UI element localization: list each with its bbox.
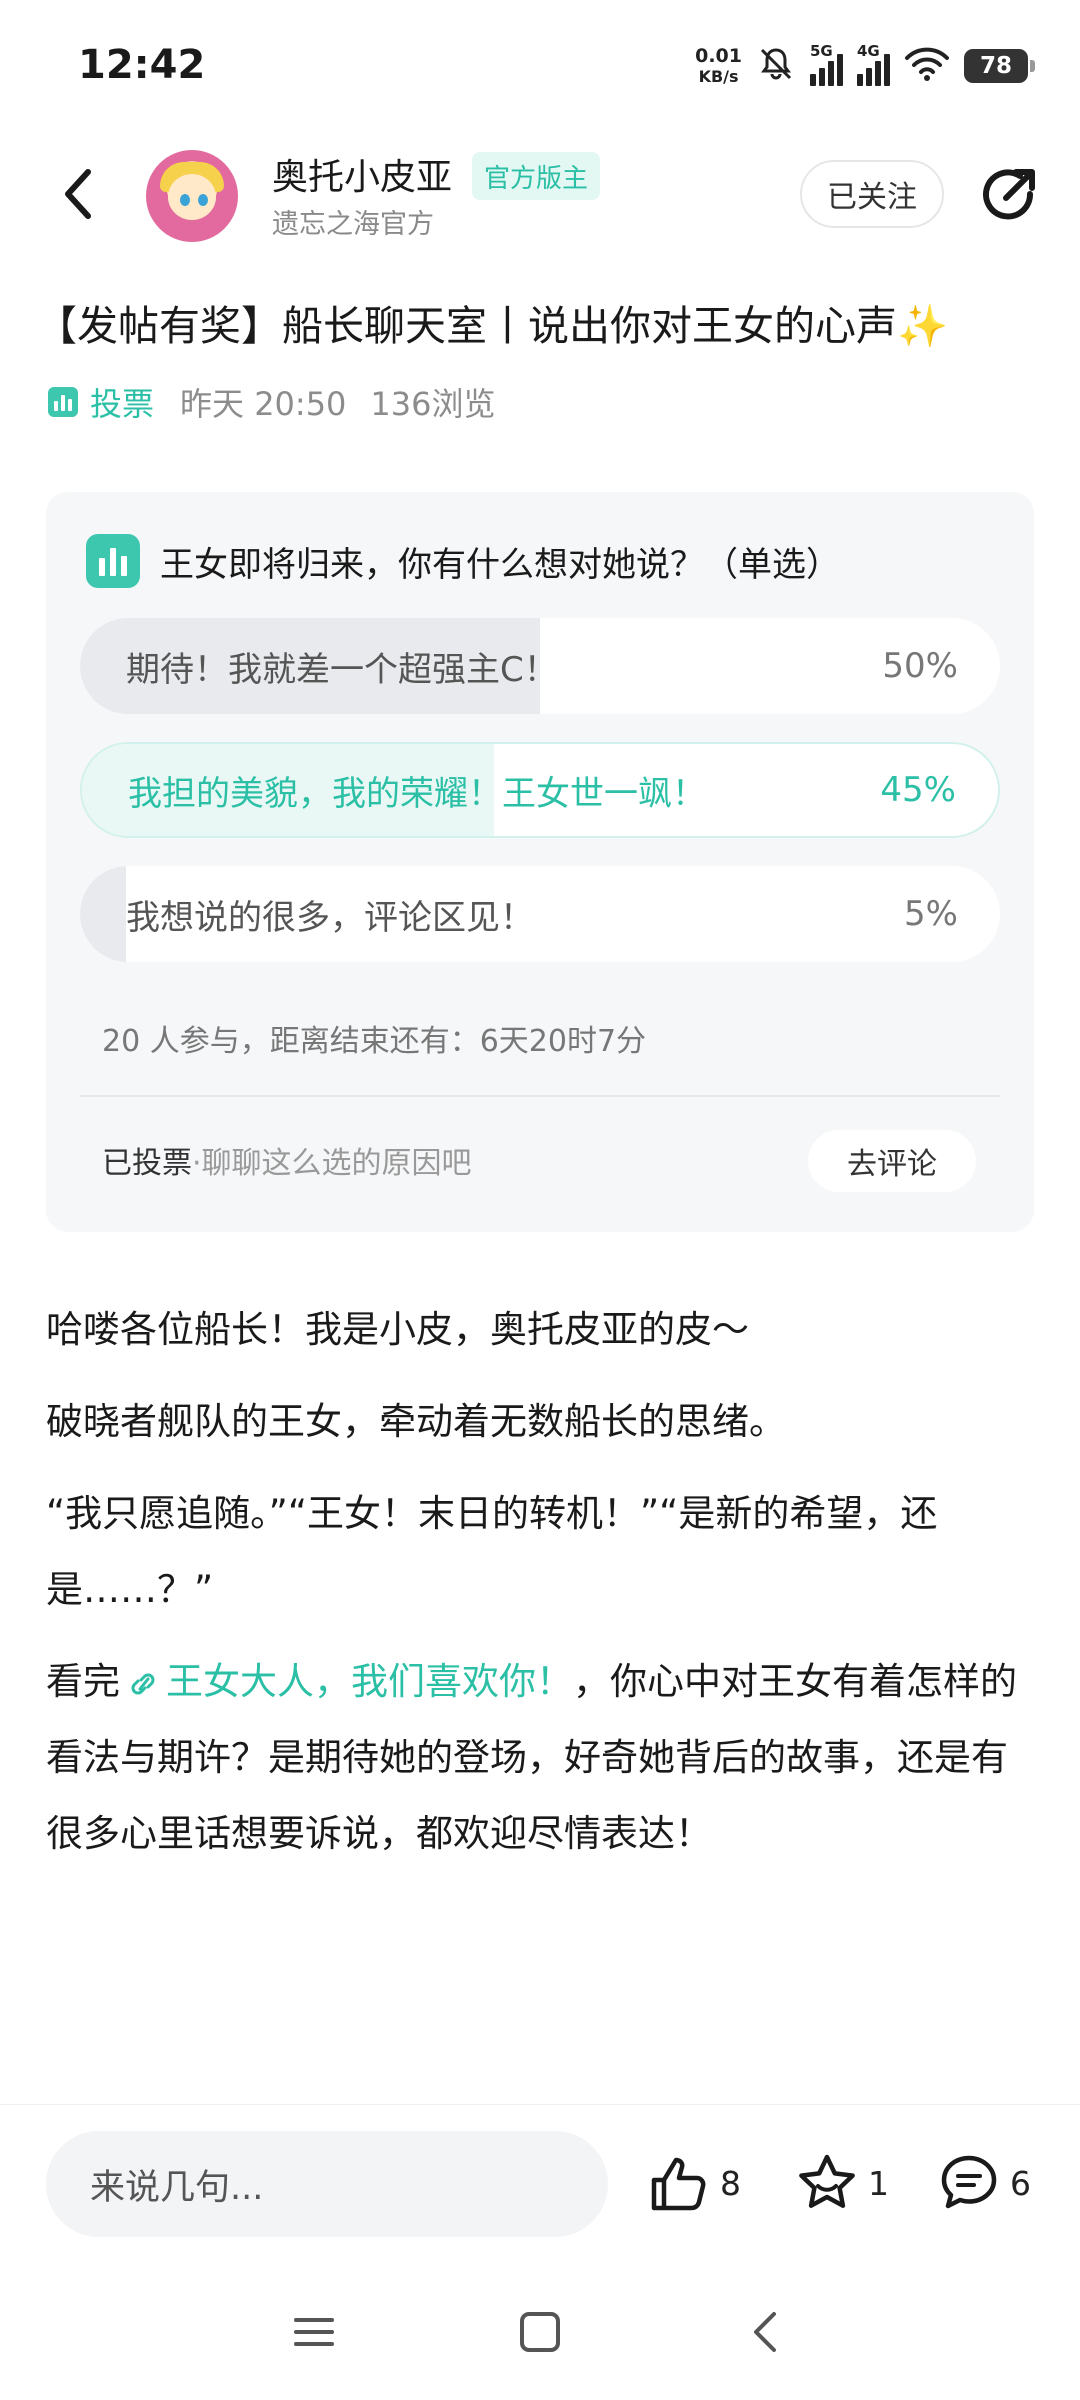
menu-icon (294, 2318, 334, 2346)
author-avatar[interactable] (146, 150, 238, 242)
nav-home-button[interactable] (510, 2304, 570, 2360)
thumbs-up-icon (651, 2157, 706, 2211)
post-body: 哈喽各位船长！我是小皮，奥托皮亚的皮～ 破晓者舰队的王女，牵动着无数船长的思绪。… (46, 1292, 1036, 1888)
poll-option-2[interactable]: 我担的美貌，我的荣耀！王女世一飒！ 45% (80, 742, 1000, 838)
battery-indicator: 78 (964, 49, 1035, 83)
nav-back-button[interactable] (736, 2304, 796, 2360)
author-name[interactable]: 奥托小皮亚 (272, 148, 452, 200)
comment-button[interactable]: 6 (938, 2145, 1031, 2221)
favorite-button[interactable]: 1 (796, 2145, 889, 2221)
network-speed: 0.01 KB/s (695, 47, 742, 85)
mute-bell-icon (756, 44, 796, 88)
poll-option-percent: 5% (904, 894, 958, 934)
wifi-icon (904, 46, 950, 86)
back-chevron-icon (754, 2312, 776, 2352)
poll-option-3[interactable]: 我想说的很多，评论区见！ 5% (80, 866, 1000, 962)
star-icon (799, 2154, 855, 2208)
body-paragraph: “我只愿追随。”“王女！末日的转机！”“是新的希望，还是……？” (46, 1492, 938, 1611)
poll-header: 王女即将归来，你有什么想对她说？（单选） (86, 534, 840, 588)
like-count: 8 (720, 2163, 741, 2203)
like-button[interactable]: 8 (648, 2145, 741, 2221)
bottom-action-bar: 来说几句... 8 1 6 (0, 2104, 1080, 2264)
poll-option-percent: 45% (880, 770, 956, 810)
comment-input[interactable]: 来说几句... (46, 2131, 608, 2237)
share-button[interactable] (976, 164, 1040, 228)
divider (80, 1095, 1000, 1097)
network-speed-unit: KB/s (698, 67, 739, 86)
favorite-count: 1 (868, 2163, 889, 2203)
signal-4g-icon: 4G (857, 42, 890, 86)
share-icon (983, 169, 1035, 220)
voted-status: 已投票·聊聊这么选的原因吧 (102, 1138, 472, 1182)
body-paragraph: 哈喽各位船长！我是小皮，奥托皮亚的皮～ (46, 1308, 749, 1351)
vote-tag-label: 投票 (90, 385, 155, 423)
post-link-text: 王女大人，我们喜欢你！ (166, 1660, 573, 1703)
link-icon (131, 1673, 155, 1694)
poll-option-text: 我想说的很多，评论区见！ (126, 897, 534, 938)
poll-option-bar (80, 866, 126, 962)
system-nav-bar (0, 2264, 1080, 2400)
nav-menu-button[interactable] (284, 2304, 344, 2360)
poll-chart-icon (48, 387, 78, 417)
official-moderator-badge: 官方版主 (472, 152, 601, 200)
voted-hint: ·聊聊这么选的原因吧 (192, 1146, 472, 1181)
poll-option-text: 期待！我就差一个超强主C！ (126, 649, 558, 690)
go-comment-button[interactable]: 去评论 (808, 1130, 976, 1192)
body-paragraph: 看完 王女大人，我们喜欢你！，你心中对王女有着怎样的看法与期许？是期待她的登场，好… (46, 1644, 1036, 1872)
post-link[interactable]: 王女大人，我们喜欢你！ (120, 1660, 573, 1703)
poll-option-text: 我担的美貌，我的荣耀！王女世一飒！ (128, 773, 706, 814)
post-title: 【发帖有奖】船长聊天室丨说出你对王女的心声✨ (36, 302, 949, 350)
status-time: 12:42 (78, 42, 206, 88)
author-subtitle: 遗忘之海官方 (272, 209, 434, 240)
post-meta: 投票 昨天 20:50 136浏览 (48, 378, 496, 426)
body-paragraph: 破晓者舰队的王女，牵动着无数船长的思绪。 (46, 1400, 786, 1443)
comment-count: 6 (1010, 2163, 1031, 2203)
network-speed-value: 0.01 (695, 45, 742, 67)
poll-stats: 20 人参与，距离结束还有：6天20时7分 (102, 1024, 647, 1059)
post-header: 奥托小皮亚 官方版主 遗忘之海官方 已关注 (0, 130, 1080, 260)
poll-option-1[interactable]: 期待！我就差一个超强主C！ 50% (80, 618, 1000, 714)
back-button[interactable] (48, 162, 108, 226)
poll-card: 王女即将归来，你有什么想对她说？（单选） 期待！我就差一个超强主C！ 50% 我… (46, 492, 1034, 1232)
home-square-icon (520, 2312, 560, 2352)
post-time: 昨天 20:50 (180, 385, 347, 423)
signal-5g-icon: 5G (810, 42, 843, 86)
status-bar: 12:42 0.01 KB/s 5G 4G 78 (0, 0, 1080, 130)
voted-label: 已投票 (102, 1146, 192, 1181)
poll-question: 王女即将归来，你有什么想对她说？（单选） (160, 544, 840, 585)
status-icons: 0.01 KB/s 5G 4G 78 (695, 42, 1035, 88)
vote-tag: 投票 (48, 379, 154, 425)
comment-bubble-icon (941, 2155, 997, 2209)
body-text-segment: 看完 (46, 1660, 120, 1703)
follow-button[interactable]: 已关注 (800, 160, 944, 228)
post-views: 136浏览 (370, 385, 496, 423)
poll-option-percent: 50% (882, 646, 958, 686)
chevron-left-icon (65, 169, 91, 219)
signal-4g-label: 4G (857, 42, 880, 60)
signal-5g-label: 5G (810, 42, 833, 60)
poll-chart-icon (86, 534, 140, 588)
